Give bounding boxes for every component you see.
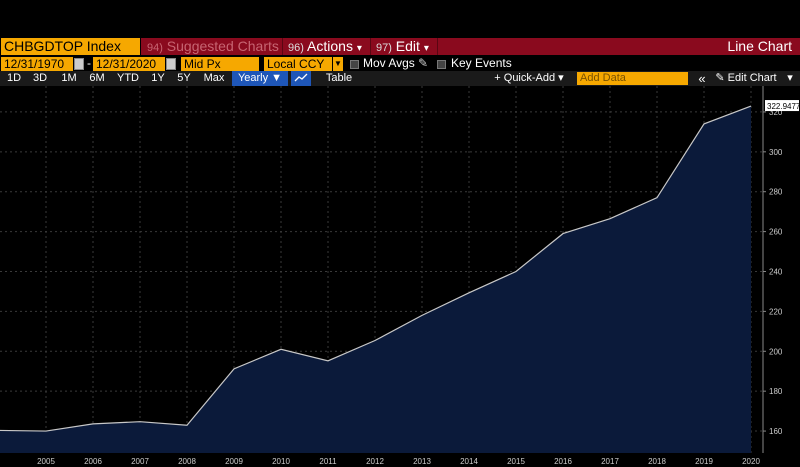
quick-add-button[interactable]: + Quick-Add ▾: [490, 71, 568, 86]
y-tick-200: 200: [769, 347, 783, 356]
edit-num: 97): [376, 42, 392, 54]
frequency-select[interactable]: Yearly ▼: [232, 71, 288, 86]
x-tick-2009: 2009: [225, 457, 243, 466]
last-value-badge: 322.9477: [765, 100, 800, 112]
actions-dropdown-icon: ▾: [356, 43, 362, 54]
ticker-field[interactable]: CHBGDTOP Index: [1, 38, 140, 55]
edit-label: Edit: [395, 38, 420, 54]
actions-button[interactable]: 96) Actions ▾: [284, 38, 366, 55]
y-tick-160: 160: [769, 427, 783, 436]
start-date-field[interactable]: 12/31/1970: [1, 57, 73, 71]
x-tick-2013: 2013: [413, 457, 431, 466]
y-tick-labels: 160180200220240260280300320: [763, 108, 783, 436]
x-tick-2016: 2016: [554, 457, 572, 466]
key-events-checkbox[interactable]: [437, 60, 446, 69]
menu-separator: [370, 38, 371, 55]
period-max[interactable]: Max: [199, 71, 229, 86]
x-tick-2019: 2019: [695, 457, 713, 466]
x-tick-2010: 2010: [272, 457, 290, 466]
edit-button[interactable]: 97) Edit ▾: [372, 38, 433, 55]
line-chart-icon[interactable]: [291, 71, 311, 86]
x-tick-2008: 2008: [178, 457, 196, 466]
x-tick-2018: 2018: [648, 457, 666, 466]
edit-chart-button[interactable]: ✎ Edit Chart: [712, 71, 780, 86]
y-tick-180: 180: [769, 387, 783, 396]
period-1d[interactable]: 1D: [2, 71, 26, 86]
pencil-icon[interactable]: ✎: [418, 56, 428, 70]
period-1y[interactable]: 1Y: [146, 71, 170, 86]
x-tick-2012: 2012: [366, 457, 384, 466]
currency-dropdown-icon[interactable]: ▼: [333, 57, 343, 71]
menu-separator: [437, 38, 438, 55]
x-tick-labels: 2005 2006 2007 2008 2009 2010 2011 2012 2013 2014…: [37, 457, 760, 466]
collapse-icon[interactable]: «: [695, 71, 709, 86]
y-tick-240: 240: [769, 267, 783, 276]
x-tick-2005: 2005: [37, 457, 55, 466]
x-tick-2006: 2006: [84, 457, 102, 466]
mov-avgs-checkbox[interactable]: [350, 60, 359, 69]
x-tick-2011: 2011: [319, 457, 337, 466]
menu-separator: [282, 38, 283, 55]
y-tick-280: 280: [769, 188, 783, 197]
period-5y[interactable]: 5Y: [172, 71, 196, 86]
y-tick-220: 220: [769, 307, 783, 316]
x-tick-2017: 2017: [601, 457, 619, 466]
edit-dropdown-icon: ▾: [423, 43, 429, 54]
suggested-charts-button[interactable]: 94) Suggested Charts: [143, 38, 283, 55]
period-1m[interactable]: 1M: [56, 71, 82, 86]
start-calendar-icon[interactable]: [74, 58, 84, 70]
x-tick-2020: 2020: [742, 457, 760, 466]
actions-label: Actions: [307, 38, 353, 54]
line-chart[interactable]: 2005 2006 2007 2008 2009 2010 2011 2012 2013 2014…: [0, 86, 800, 467]
y-tick-300: 300: [769, 148, 783, 157]
suggested-charts-label: Suggested Charts: [166, 38, 279, 54]
date-dash: -: [87, 56, 91, 70]
end-date-field[interactable]: 12/31/2020: [93, 57, 165, 71]
x-tick-2015: 2015: [507, 457, 525, 466]
price-field-select[interactable]: Mid Px: [181, 57, 259, 71]
suggested-charts-num: 94): [147, 42, 163, 54]
actions-num: 96): [288, 42, 304, 54]
table-button[interactable]: Table: [318, 71, 360, 86]
mov-avgs-label: Mov Avgs: [363, 56, 415, 70]
period-6m[interactable]: 6M: [84, 71, 110, 86]
area-fill: [0, 106, 751, 453]
y-tick-260: 260: [769, 228, 783, 237]
end-calendar-icon[interactable]: [166, 58, 176, 70]
currency-select[interactable]: Local CCY: [264, 57, 332, 71]
edit-chart-dropdown-icon[interactable]: ▾: [784, 71, 796, 86]
chart-type-title: Line Chart: [727, 38, 792, 54]
add-data-input[interactable]: Add Data: [577, 72, 688, 85]
last-value-text: 322.9477: [767, 102, 800, 111]
x-tick-2007: 2007: [131, 457, 149, 466]
period-3d[interactable]: 3D: [28, 71, 52, 86]
x-tick-2014: 2014: [460, 457, 478, 466]
key-events-label: Key Events: [451, 56, 512, 70]
period-ytd[interactable]: YTD: [113, 71, 143, 86]
